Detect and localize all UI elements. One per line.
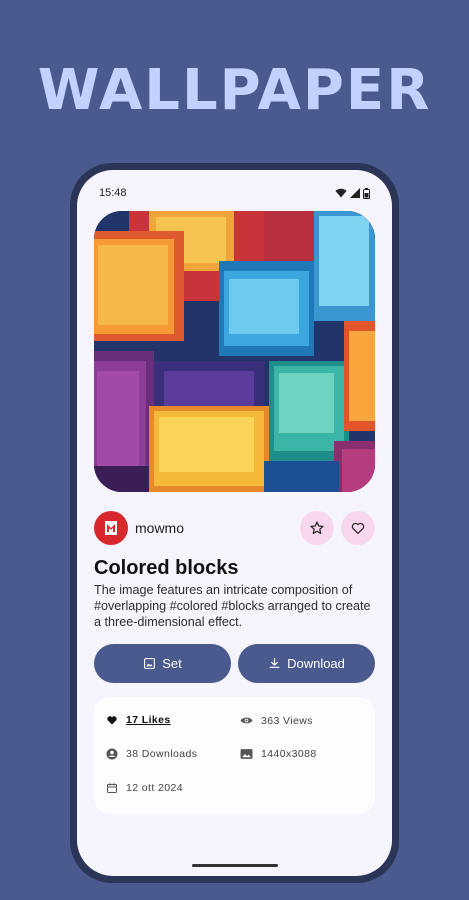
- set-button-label: Set: [162, 656, 182, 671]
- likes-stat[interactable]: 17 Likes: [106, 714, 171, 726]
- mowmo-logo-icon: [105, 521, 117, 535]
- likes-count[interactable]: 17 Likes: [126, 714, 171, 726]
- author-actions: [300, 511, 375, 545]
- wallpaper-image: [94, 211, 375, 492]
- signal-icon: [350, 188, 360, 198]
- eye-icon: [240, 717, 253, 724]
- wallpaper-preview[interactable]: [94, 211, 375, 492]
- download-button-label: Download: [287, 656, 345, 671]
- image-icon: [144, 658, 156, 669]
- upload-date: 12 ott 2024: [126, 782, 183, 794]
- page-headline: WALLPAPER: [37, 58, 432, 123]
- wallpaper-title: Colored blocks: [94, 557, 239, 579]
- wallpaper-description: The image features an intricate composit…: [94, 583, 371, 629]
- favorite-button[interactable]: [300, 511, 334, 545]
- views-stat: 363 Views: [240, 714, 313, 727]
- phone-screen: 15:48 mowmo Colored blocks The image fea…: [77, 170, 392, 876]
- status-time: 15:48: [99, 187, 127, 199]
- status-icons: [335, 187, 370, 199]
- status-bar: 15:48: [99, 185, 370, 201]
- views-count: 363 Views: [261, 714, 313, 727]
- home-indicator[interactable]: [192, 864, 278, 867]
- image-size-icon: [240, 749, 253, 759]
- author-row: mowmo: [94, 510, 375, 546]
- date-stat: 12 ott 2024: [106, 782, 183, 794]
- heart-outline-icon: [351, 522, 365, 534]
- download-icon: [269, 658, 280, 668]
- star-outline-icon: [310, 521, 324, 535]
- battery-icon: [363, 187, 370, 199]
- action-buttons: Set Download: [94, 644, 375, 683]
- phone-frame: 15:48 mowmo Colored blocks The image fea…: [70, 163, 399, 883]
- like-button[interactable]: [341, 511, 375, 545]
- heart-filled-icon: [107, 716, 117, 725]
- author-avatar[interactable]: [94, 511, 128, 545]
- resolution-stat: 1440x3088: [240, 748, 317, 760]
- wifi-icon: [335, 188, 347, 198]
- wallpaper-info-card: 17 Likes 363 Views 38 Downloads 1440x308…: [94, 697, 375, 814]
- downloads-stat: 38 Downloads: [106, 748, 197, 760]
- calendar-icon: [107, 783, 117, 793]
- author-name[interactable]: mowmo: [135, 520, 184, 536]
- resolution-value: 1440x3088: [261, 748, 317, 760]
- download-button[interactable]: Download: [238, 644, 375, 683]
- downloads-count: 38 Downloads: [126, 748, 198, 760]
- set-wallpaper-button[interactable]: Set: [94, 644, 231, 683]
- user-circle-icon: [106, 748, 118, 760]
